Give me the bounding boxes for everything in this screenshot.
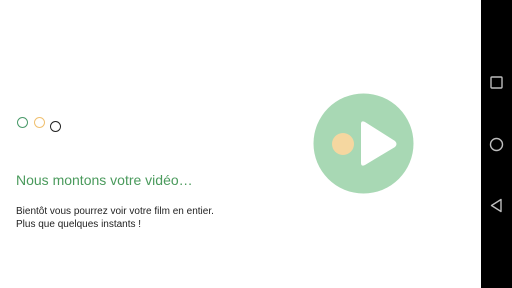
android-navigation-bar <box>481 0 512 288</box>
loading-message-line-2: Plus que quelques instants ! <box>16 219 142 230</box>
play-icon <box>313 93 414 194</box>
screen: Nous montons votre vidéo… Bientôt vous p… <box>0 0 512 288</box>
loading-view: Nous montons votre vidéo… Bientôt vous p… <box>0 0 481 288</box>
play-orange-dot <box>332 133 354 155</box>
circle-icon <box>489 137 504 152</box>
nav-back-button[interactable] <box>487 196 506 215</box>
loading-dot-green <box>17 117 28 128</box>
loading-dots-indicator <box>17 117 67 135</box>
nav-home-button[interactable] <box>487 135 506 154</box>
triangle-back-icon <box>490 198 502 213</box>
nav-recents-button[interactable] <box>487 73 506 92</box>
loading-dot-black <box>50 121 61 132</box>
loading-message-line-1: Bientôt vous pourrez voir votre film en … <box>16 206 214 217</box>
loading-dot-orange <box>34 117 45 128</box>
square-icon <box>490 76 503 89</box>
loading-message: Bientôt vous pourrez voir votre film en … <box>16 205 214 231</box>
video-play-illustration <box>313 93 414 194</box>
loading-title: Nous montons votre vidéo… <box>16 172 193 188</box>
